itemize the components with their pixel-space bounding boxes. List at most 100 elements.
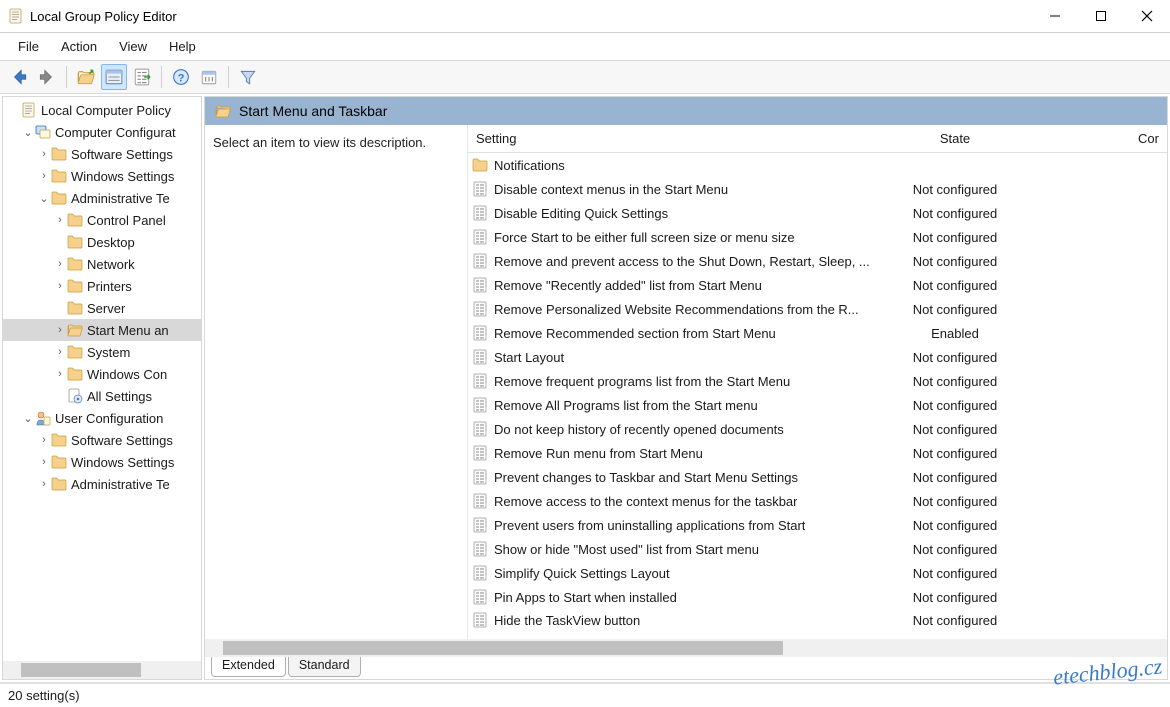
list-row[interactable]: Start LayoutNot configured [468,345,1167,369]
policy-setting-icon [472,589,488,605]
menu-help[interactable]: Help [159,35,206,58]
tree-item[interactable]: ›Start Menu an [3,319,201,341]
list-row-state: Not configured [900,206,1010,221]
tree-item-label: Windows Settings [71,455,174,470]
tree-twisty[interactable]: › [37,456,51,468]
list-row-state: Not configured [900,446,1010,461]
tree-item[interactable]: ›Software Settings [3,429,201,451]
folder-icon [51,146,67,162]
tree-item-label: Desktop [87,235,135,250]
tree-item[interactable]: › Windows Settings [3,165,201,187]
close-button[interactable] [1124,0,1170,32]
menu-view[interactable]: View [109,35,157,58]
list-row[interactable]: Prevent changes to Taskbar and Start Men… [468,465,1167,489]
toolbar-properties-button[interactable] [101,64,127,90]
policy-setting-icon [472,397,488,413]
tree-twisty[interactable]: ⌄ [21,412,35,425]
tree-item[interactable]: ⌄Computer Configurat [3,121,201,143]
tree-item-label: Windows Settings [71,169,174,184]
tree-item[interactable]: ›Windows Con [3,363,201,385]
tree-item[interactable]: › Windows Settings [3,451,201,473]
tree-item[interactable]: ›Administrative Te [3,473,201,495]
list-row[interactable]: Remove "Recently added" list from Start … [468,273,1167,297]
list-row[interactable]: Remove and prevent access to the Shut Do… [468,249,1167,273]
list-hscrollbar[interactable] [205,639,1167,657]
folder-icon [67,278,83,294]
list-row[interactable]: Pin Apps to Start when installed Not conf… [468,585,1167,609]
settings-list[interactable]: NotificationsDisable context menus in th… [468,153,1167,639]
column-header-setting[interactable]: Setting [468,131,900,146]
list-row[interactable]: Remove Recommended section from Start Me… [468,321,1167,345]
toolbar-options-button[interactable] [196,64,222,90]
column-header-state[interactable]: State [900,131,1010,146]
list-row[interactable]: Remove access to the context menus for t… [468,489,1167,513]
tree-item[interactable]: ›System [3,341,201,363]
list-row-state: Enabled [900,326,1010,341]
toolbar-forward-button[interactable] [34,64,60,90]
list-row[interactable]: Notifications [468,153,1167,177]
column-header-comment[interactable]: Cor [1010,131,1167,146]
tree-twisty[interactable]: › [53,258,67,270]
toolbar-back-button[interactable] [6,64,32,90]
menu-action[interactable]: Action [51,35,107,58]
scrollbar-thumb[interactable] [223,641,783,655]
maximize-button[interactable] [1078,0,1124,32]
statusbar: 20 setting(s) [0,683,1170,707]
minimize-button[interactable] [1032,0,1078,32]
tree-item[interactable]: Desktop [3,231,201,253]
list-row[interactable]: Show or hide "Most used" list from Start… [468,537,1167,561]
list-row[interactable]: Remove All Programs list from the Start … [468,393,1167,417]
list-row[interactable]: Do not keep history of recently opened d… [468,417,1167,441]
tree-twisty[interactable]: › [37,148,51,160]
tree-twisty[interactable]: › [53,280,67,292]
content-header-title: Start Menu and Taskbar [239,103,387,119]
menu-file[interactable]: File [8,35,49,58]
tree-twisty[interactable]: › [37,478,51,490]
toolbar-export-button[interactable] [129,64,155,90]
list-row[interactable]: Hide the TaskView buttonNot configured [468,609,1167,631]
tree-twisty[interactable]: › [37,434,51,446]
tree-twisty[interactable]: › [53,368,67,380]
tree-twisty[interactable]: › [37,170,51,182]
arrow-right-icon [38,68,56,86]
tree-item[interactable]: All Settings [3,385,201,407]
tree-item[interactable]: ⌄User Configuration [3,407,201,429]
tree-item[interactable]: › Printers [3,275,201,297]
tree-item[interactable]: Local Computer Policy [3,99,201,121]
tree-item[interactable]: ›Network [3,253,201,275]
list-row-state: Not configured [900,590,1010,605]
list-row[interactable]: Disable context menus in the Start MenuN… [468,177,1167,201]
tree-hscrollbar[interactable] [3,661,201,679]
tree-twisty[interactable]: › [53,324,67,336]
tree-item-label: Printers [87,279,132,294]
tree-item[interactable]: ⌄Administrative Te [3,187,201,209]
list-row[interactable]: Remove frequent programs list from the S… [468,369,1167,393]
scrollbar-thumb[interactable] [21,663,141,677]
tree-item[interactable]: Server [3,297,201,319]
list-row-name: Remove Personalized Website Recommendati… [494,302,859,317]
policy-setting-icon [472,301,488,317]
tree-item[interactable]: ›Software Settings [3,143,201,165]
policy-setting-icon [472,517,488,533]
toolbar-help-button[interactable] [168,64,194,90]
list-row-name: Pin Apps to Start when installed [494,590,677,605]
list-row[interactable]: Disable Editing Quick SettingsNot config… [468,201,1167,225]
list-row[interactable]: Force Start to be either full screen siz… [468,225,1167,249]
list-row-name: Simplify Quick Settings Layout [494,566,670,581]
settings-file-icon [67,388,83,404]
list-row[interactable]: Remove Personalized Website Recommendati… [468,297,1167,321]
tree-twisty[interactable]: ⌄ [37,192,51,205]
filter-icon [239,68,257,86]
toolbar-filter-button[interactable] [235,64,261,90]
tab-extended[interactable]: Extended [211,657,286,677]
tab-standard[interactable]: Standard [288,657,361,677]
tree-item[interactable]: ›Control Panel [3,209,201,231]
list-row[interactable]: Remove Run menu from Start MenuNot confi… [468,441,1167,465]
policy-tree[interactable]: Local Computer Policy⌄Computer Configura… [3,97,201,661]
tree-twisty[interactable]: ⌄ [21,126,35,139]
tree-twisty[interactable]: › [53,214,67,226]
tree-twisty[interactable]: › [53,346,67,358]
list-row[interactable]: Prevent users from uninstalling applicat… [468,513,1167,537]
list-row[interactable]: Simplify Quick Settings LayoutNot config… [468,561,1167,585]
toolbar-up-button[interactable] [73,64,99,90]
